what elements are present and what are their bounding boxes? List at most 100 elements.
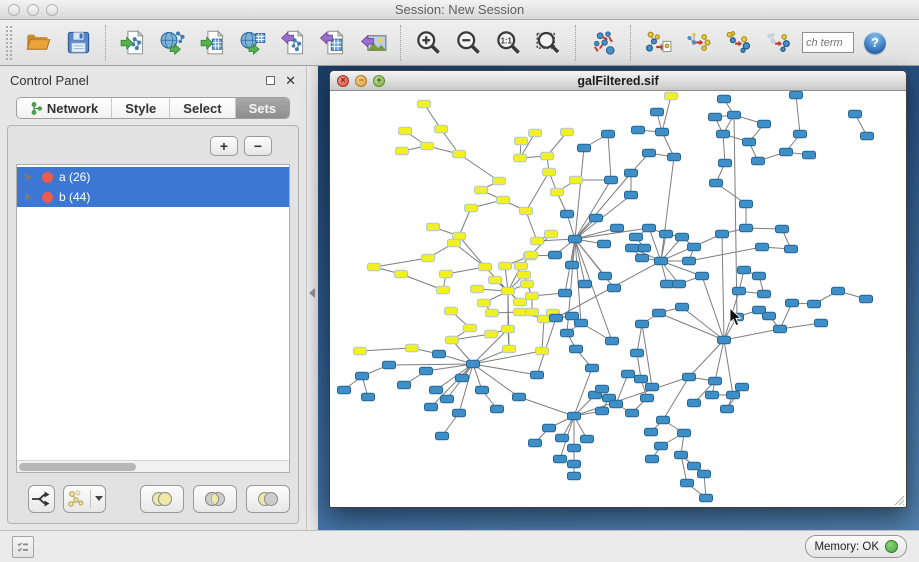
select-neighbors-button[interactable] [721, 24, 755, 62]
dropdown-arrow-icon[interactable] [95, 496, 103, 501]
graph-edge[interactable] [526, 172, 549, 211]
graph-node[interactable] [499, 262, 512, 270]
scrollbar-thumb[interactable] [19, 463, 136, 471]
graph-node[interactable] [740, 224, 753, 232]
network-window-titlebar[interactable]: × − + galFiltered.sif [330, 71, 906, 91]
graph-node[interactable] [456, 374, 469, 382]
graph-node[interactable] [608, 284, 621, 292]
graph-node[interactable] [645, 428, 658, 436]
graph-node[interactable] [665, 92, 678, 100]
graph-node[interactable] [590, 214, 603, 222]
graph-node[interactable] [636, 254, 649, 262]
graph-node[interactable] [622, 370, 635, 378]
graph-node[interactable] [630, 233, 643, 241]
remove-set-button[interactable]: − [244, 136, 272, 156]
graph-node[interactable] [514, 298, 527, 306]
graph-node[interactable] [740, 200, 753, 208]
graph-node[interactable] [596, 385, 609, 393]
first-neighbors-button[interactable] [681, 24, 715, 62]
graph-node[interactable] [655, 257, 668, 265]
graph-node[interactable] [471, 285, 484, 293]
zoom-actual-size-button[interactable]: 1:1 [491, 24, 525, 62]
graph-node[interactable] [655, 442, 668, 450]
graph-node[interactable] [475, 186, 488, 194]
graph-node[interactable] [683, 373, 696, 381]
graph-node[interactable] [568, 444, 581, 452]
create-set-from-network-button[interactable] [63, 485, 106, 513]
export-network-button[interactable] [276, 24, 310, 62]
expander-triangle-icon[interactable] [25, 193, 32, 201]
graph-node[interactable] [398, 381, 411, 389]
graph-node[interactable] [688, 243, 701, 251]
graph-node[interactable] [808, 300, 821, 308]
graph-edge[interactable] [724, 340, 733, 395]
graph-node[interactable] [570, 345, 583, 353]
graph-edge[interactable] [722, 234, 724, 340]
graph-edge[interactable] [796, 95, 800, 134]
graph-node[interactable] [643, 224, 656, 232]
graph-edge[interactable] [659, 313, 724, 340]
graph-node[interactable] [368, 263, 381, 271]
graph-edge[interactable] [459, 154, 499, 181]
graph-node[interactable] [610, 400, 623, 408]
graph-node[interactable] [676, 233, 689, 241]
network-view-window[interactable]: × − + galFiltered.sif [329, 70, 907, 508]
graph-node[interactable] [440, 270, 453, 278]
export-image-button[interactable] [356, 24, 390, 62]
graph-node[interactable] [531, 237, 544, 245]
graph-node[interactable] [676, 303, 689, 311]
graph-node[interactable] [543, 168, 556, 176]
graph-node[interactable] [518, 271, 531, 279]
graph-edge[interactable] [389, 364, 473, 365]
graph-node[interactable] [688, 399, 701, 407]
graph-node[interactable] [643, 149, 656, 157]
graph-node[interactable] [520, 207, 533, 215]
graph-node[interactable] [418, 100, 431, 108]
graph-node[interactable] [641, 394, 654, 402]
graph-node[interactable] [435, 125, 448, 133]
graph-node[interactable] [464, 324, 477, 332]
difference-button[interactable] [246, 485, 290, 513]
graph-node[interactable] [525, 251, 538, 259]
graph-node[interactable] [717, 130, 730, 138]
tab-sets[interactable]: Sets [236, 98, 289, 118]
intersection-button[interactable] [193, 485, 237, 513]
graph-node[interactable] [453, 150, 466, 158]
graph-node[interactable] [338, 386, 351, 394]
graph-node[interactable] [541, 152, 554, 160]
graph-node[interactable] [497, 196, 510, 204]
graph-node[interactable] [736, 383, 749, 391]
graph-node[interactable] [611, 224, 624, 232]
graph-node[interactable] [515, 262, 528, 270]
graph-edge[interactable] [526, 211, 537, 241]
graph-node[interactable] [569, 235, 582, 243]
graph-node[interactable] [673, 280, 686, 288]
graph-node[interactable] [566, 261, 579, 269]
graph-node[interactable] [776, 225, 789, 233]
graph-node[interactable] [425, 403, 438, 411]
graph-node[interactable] [491, 405, 504, 413]
graph-node[interactable] [445, 307, 458, 315]
graph-edge[interactable] [723, 134, 725, 163]
graph-node[interactable] [758, 120, 771, 128]
graph-node[interactable] [551, 188, 564, 196]
split-sets-button[interactable] [28, 485, 55, 513]
graph-node[interactable] [550, 314, 563, 322]
graph-node[interactable] [780, 148, 793, 156]
graph-node[interactable] [774, 325, 787, 333]
graph-node[interactable] [554, 455, 567, 463]
add-set-button[interactable]: + [210, 136, 238, 156]
graph-node[interactable] [706, 391, 719, 399]
graph-node[interactable] [718, 95, 731, 103]
graph-node[interactable] [718, 336, 731, 344]
graph-node[interactable] [448, 239, 461, 247]
graph-node[interactable] [709, 377, 722, 385]
collapse-panel-icon[interactable] [309, 288, 315, 298]
search-input[interactable] [802, 32, 854, 53]
graph-node[interactable] [721, 405, 734, 413]
graph-node[interactable] [561, 329, 574, 337]
graph-node[interactable] [441, 395, 454, 403]
graph-node[interactable] [756, 243, 769, 251]
graph-node[interactable] [570, 176, 583, 184]
graph-node[interactable] [578, 144, 591, 152]
